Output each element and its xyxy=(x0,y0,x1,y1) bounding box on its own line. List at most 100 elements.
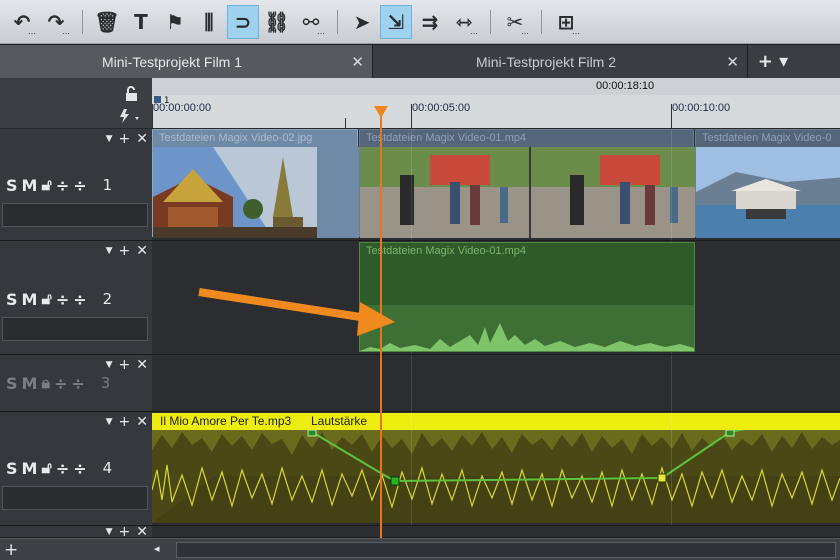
more-options-dots: … xyxy=(521,26,529,36)
undo-button[interactable]: ↶… xyxy=(6,5,38,39)
track-name-field[interactable] xyxy=(2,486,148,510)
remove-track-button[interactable]: ✕ xyxy=(136,414,148,430)
mixer-button[interactable]: ⫼ xyxy=(193,5,225,39)
add-tab-button[interactable]: + ▾ xyxy=(748,45,798,78)
more-options-dots: … xyxy=(62,26,70,36)
mute-button[interactable]: M xyxy=(22,459,38,478)
split-icon[interactable]: ÷ xyxy=(54,374,67,393)
track-header-2: ▼ + ✕ S M 🔓︎ ÷ ÷ 2 xyxy=(0,241,152,355)
redo-button[interactable]: ↷… xyxy=(40,5,72,39)
mute-button[interactable]: M xyxy=(22,374,38,393)
time-ruler[interactable]: 00:00:18:10 1 00:00:00:00 00:00:05:00 00… xyxy=(152,78,840,129)
split-icon[interactable]: ÷ xyxy=(56,176,69,195)
mouse-mode-button[interactable]: ⇲ xyxy=(380,4,412,39)
lock-open-icon[interactable]: 🔓︎ xyxy=(41,458,51,478)
track-header-4: ▼ + ✕ S M 🔓︎ ÷ ÷ 4 xyxy=(0,412,152,526)
solo-button[interactable]: S xyxy=(6,290,18,309)
clip-fill xyxy=(317,147,359,238)
ruler-major-tick xyxy=(671,104,672,128)
insert-button[interactable]: ⊞… xyxy=(550,5,582,39)
add-track-button[interactable]: + xyxy=(119,131,131,147)
tab-project-1[interactable]: Mini-Testprojekt Film 1 ✕ xyxy=(0,45,373,78)
title-text-button[interactable]: T xyxy=(125,5,157,39)
split-icon[interactable]: ÷ xyxy=(56,290,69,309)
track-controls-row: S M 🔓︎ ÷ ÷ 2 xyxy=(6,289,112,309)
magnet-snap-button[interactable]: ⊃ xyxy=(227,4,259,39)
lock-icon[interactable]: 🔒︎ xyxy=(41,373,50,393)
close-tab-icon[interactable]: ✕ xyxy=(351,53,364,71)
group-link-button[interactable]: ⛓ xyxy=(261,5,293,39)
track-header-3: ▼ + ✕ S M 🔒︎ ÷ ÷ 3 xyxy=(0,355,152,412)
track-header-controls: ▼ + ✕ xyxy=(106,243,148,259)
ripple-mode-button[interactable]: ⇉ xyxy=(414,5,446,39)
solo-button[interactable]: S xyxy=(6,374,18,393)
track-1[interactable]: Testdateien Magix Video-02.jpg Testdatei… xyxy=(152,129,840,241)
track-number: 2 xyxy=(102,290,113,308)
add-track-button[interactable]: + xyxy=(119,414,131,430)
lake-thumbnail xyxy=(696,147,840,238)
remove-track-button[interactable]: ✕ xyxy=(136,357,148,373)
solo-button[interactable]: S xyxy=(6,459,18,478)
fader-icon[interactable]: ÷ xyxy=(73,290,86,309)
video-clip[interactable]: Testdateien Magix Video-01.mp4 xyxy=(359,129,695,238)
ruler-tick-label: 00:00:10:00 xyxy=(672,102,731,114)
lock-open-icon[interactable] xyxy=(124,86,140,102)
more-options-dots: … xyxy=(470,26,478,36)
remove-track-button[interactable]: ✕ xyxy=(136,131,148,147)
add-track-button[interactable]: + xyxy=(119,243,131,259)
track-name-field[interactable] xyxy=(2,317,148,341)
clip-title: Testdateien Magix Video-0 xyxy=(702,132,832,144)
tab-project-2[interactable]: Mini-Testprojekt Film 2 ✕ xyxy=(373,45,748,78)
add-track-button[interactable]: + xyxy=(119,357,131,373)
image-clip[interactable]: Testdateien Magix Video-02.jpg xyxy=(152,129,359,238)
remove-track-button[interactable]: ✕ xyxy=(136,243,148,259)
mute-button[interactable]: M xyxy=(22,290,38,309)
track-number: 4 xyxy=(102,459,113,477)
toolbar: ↶… ↷… 🗑 T ⚑ ⫼ ⊃ ⛓ ⚯… ➤ ⇲ ⇉ ⇿… ✂… ⊞… xyxy=(0,0,840,44)
audio-waveform xyxy=(360,323,694,351)
marker-flag-icon: ⚑ xyxy=(166,9,184,34)
toolbar-separator xyxy=(82,9,83,34)
track-menu-caret-icon[interactable]: ▼ xyxy=(106,527,113,537)
track-5[interactable] xyxy=(152,526,840,538)
mute-button[interactable]: M xyxy=(22,176,38,195)
lock-open-icon[interactable]: 🔓︎ xyxy=(41,289,51,309)
group-link-icon: ⛓ xyxy=(264,9,290,34)
track-4[interactable]: Il Mio Amore Per Te.mp3 Lautstärke xyxy=(152,412,840,526)
split-icon[interactable]: ÷ xyxy=(56,459,69,478)
track-menu-caret-icon[interactable]: ▼ xyxy=(106,360,113,370)
clip-title: Testdateien Magix Video-02.jpg xyxy=(159,132,313,144)
track-menu-caret-icon[interactable]: ▼ xyxy=(106,134,113,144)
tab-bar-spacer xyxy=(798,45,840,78)
pointer-button[interactable]: ➤ xyxy=(346,5,378,39)
fader-icon[interactable]: ÷ xyxy=(73,459,86,478)
music-clip[interactable]: Il Mio Amore Per Te.mp3 Lautstärke xyxy=(152,413,840,523)
audio-clip[interactable]: Testdateien Magix Video-01.mp4 xyxy=(359,242,695,352)
fader-icon[interactable]: ÷ xyxy=(71,374,84,393)
temple-thumbnail xyxy=(153,147,317,238)
cut-scissors-button[interactable]: ✂… xyxy=(499,5,531,39)
video-clip[interactable]: Testdateien Magix Video-0 xyxy=(695,129,840,238)
track-menu-caret-icon[interactable]: ▼ xyxy=(106,417,113,427)
fader-icon[interactable]: ÷ xyxy=(73,176,86,195)
ungroup-button[interactable]: ⚯… xyxy=(295,5,327,39)
lock-open-icon[interactable]: 🔓︎ xyxy=(41,175,51,195)
annotation-arrow-icon xyxy=(198,288,395,336)
ruler-top-strip xyxy=(152,78,840,95)
ripple-mode-icon: ⇉ xyxy=(421,9,439,34)
track-3[interactable] xyxy=(152,355,840,412)
solo-button[interactable]: S xyxy=(6,176,18,195)
effects-lightning-icon[interactable] xyxy=(118,108,144,124)
delete-button[interactable]: 🗑 xyxy=(91,5,123,39)
marker-flag-button[interactable]: ⚑ xyxy=(159,5,191,39)
add-track-button[interactable]: + xyxy=(4,540,18,560)
track-menu-caret-icon[interactable]: ▼ xyxy=(106,246,113,256)
playhead-handle[interactable] xyxy=(374,106,388,118)
track-name-field[interactable] xyxy=(2,203,148,227)
close-tab-icon[interactable]: ✕ xyxy=(726,53,739,71)
ruler-major-tick xyxy=(152,104,153,128)
stretch-mode-button[interactable]: ⇿… xyxy=(448,5,480,39)
track-header-controls: ▼ + ✕ xyxy=(106,414,148,430)
horizontal-scrollbar[interactable] xyxy=(176,542,836,558)
scroll-left-icon[interactable]: ◂ xyxy=(154,542,160,555)
